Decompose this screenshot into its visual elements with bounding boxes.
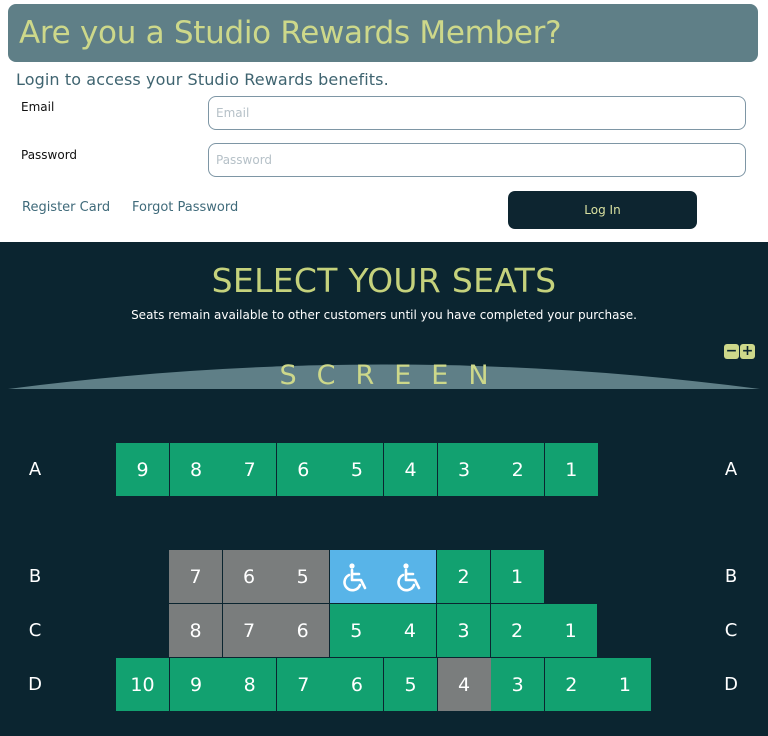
seat-b-5: 5: [276, 550, 330, 603]
rewards-banner: Are you a Studio Rewards Member?: [8, 4, 758, 62]
seat-c-8: 8: [169, 604, 222, 657]
seat-a-5[interactable]: 5: [330, 443, 384, 496]
row-label-c-right: C: [724, 620, 738, 641]
seat-selection-panel: SELECT YOUR SEATS Seats remain available…: [0, 242, 768, 736]
seat-d-6[interactable]: 6: [330, 658, 384, 711]
login-subtitle: Login to access your Studio Rewards bene…: [16, 70, 389, 89]
row-label-a-right: A: [724, 459, 738, 480]
row-label-c-left: C: [28, 620, 42, 641]
seat-b-1[interactable]: 1: [490, 550, 544, 603]
seat-number: 2: [457, 565, 470, 588]
seat-number: 1: [564, 619, 577, 642]
seat-a-6[interactable]: 6: [276, 443, 330, 496]
row-label-d-right: D: [724, 674, 738, 695]
seat-number: 2: [565, 673, 578, 696]
register-card-link[interactable]: Register Card: [22, 200, 110, 215]
seat-b-7: 7: [169, 550, 222, 603]
password-field[interactable]: [208, 143, 746, 177]
row-label-b-right: B: [724, 566, 738, 587]
seat-number: 4: [404, 458, 417, 481]
seat-number: 8: [189, 619, 202, 642]
row-label-b-left: B: [28, 566, 42, 587]
seat-d-3[interactable]: 3: [491, 658, 545, 711]
seat-d-8[interactable]: 8: [223, 658, 277, 711]
seat-number: 5: [350, 458, 363, 481]
seat-number: 8: [190, 458, 203, 481]
seat-number: 8: [243, 673, 256, 696]
seat-number: 3: [511, 673, 524, 696]
seat-number: 7: [189, 565, 202, 588]
seat-d-7[interactable]: 7: [276, 658, 330, 711]
seat-number: 6: [350, 673, 363, 696]
row-label-d-left: D: [28, 674, 42, 695]
seat-b-2[interactable]: 2: [437, 550, 490, 603]
seat-number: 9: [136, 458, 149, 481]
seat-b-wheelchair[interactable]: [329, 550, 383, 603]
seat-b-wheelchair[interactable]: [383, 550, 437, 603]
seat-number: 5: [404, 673, 417, 696]
seat-c-5[interactable]: 5: [329, 604, 383, 657]
seat-number: 7: [243, 619, 256, 642]
rewards-heading: Are you a Studio Rewards Member?: [19, 15, 562, 51]
seat-c-7: 7: [222, 604, 276, 657]
wheelchair-icon: [396, 562, 424, 592]
seat-number: 5: [296, 565, 309, 588]
seat-a-9[interactable]: 9: [116, 443, 169, 496]
seat-number: 1: [618, 673, 631, 696]
seat-number: 6: [297, 458, 310, 481]
seat-number: 1: [511, 565, 524, 588]
seat-number: 7: [297, 673, 310, 696]
email-field[interactable]: [208, 96, 746, 130]
seat-number: 2: [511, 458, 524, 481]
password-label: Password: [21, 148, 78, 162]
seat-c-4[interactable]: 4: [383, 604, 437, 657]
seat-d-2[interactable]: 2: [544, 658, 598, 711]
seat-a-1[interactable]: 1: [544, 443, 598, 496]
seat-a-7[interactable]: 7: [223, 443, 277, 496]
seat-number: 7: [243, 458, 256, 481]
seat-number: 10: [130, 673, 155, 696]
seat-a-3[interactable]: 3: [437, 443, 491, 496]
seat-d-9[interactable]: 9: [169, 658, 223, 711]
seat-c-2[interactable]: 2: [490, 604, 544, 657]
seat-number: 4: [403, 619, 416, 642]
seat-c-6: 6: [276, 604, 330, 657]
forgot-password-link[interactable]: Forgot Password: [132, 200, 238, 215]
log-in-button[interactable]: Log In: [508, 191, 697, 229]
seat-number: 1: [565, 458, 578, 481]
seat-d-4: 4: [437, 658, 491, 711]
seat-number: 5: [350, 619, 363, 642]
row-label-a-left: A: [28, 459, 42, 480]
seat-number: 3: [458, 458, 471, 481]
seat-number: 6: [243, 565, 256, 588]
seat-number: 9: [190, 673, 203, 696]
seat-number: 4: [458, 673, 471, 696]
seat-c-1[interactable]: 1: [544, 604, 598, 657]
seat-d-5[interactable]: 5: [384, 658, 437, 711]
wheelchair-icon: [342, 562, 370, 592]
seat-b-6: 6: [222, 550, 276, 603]
seat-number: 2: [511, 619, 524, 642]
seat-d-10[interactable]: 10: [116, 658, 169, 711]
seat-a-4[interactable]: 4: [384, 443, 437, 496]
seat-d-1[interactable]: 1: [598, 658, 652, 711]
seat-c-3[interactable]: 3: [437, 604, 490, 657]
seat-number: 3: [457, 619, 470, 642]
seat-number: 6: [296, 619, 309, 642]
screen-label: SCREEN: [279, 360, 509, 391]
email-label: Email: [21, 100, 55, 114]
seat-a-8[interactable]: 8: [169, 443, 223, 496]
seat-a-2[interactable]: 2: [491, 443, 545, 496]
